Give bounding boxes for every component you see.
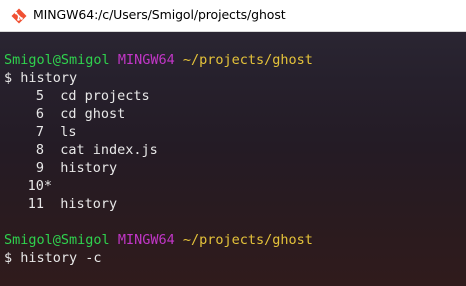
history-command: ls (60, 124, 77, 140)
history-command: cd ghost (60, 106, 126, 122)
history-command: history (60, 160, 118, 176)
prompt-path: ~/projects/ghost (182, 232, 313, 248)
prompt-user-host: Smigol@Smigol (4, 232, 110, 248)
history-entry: 6 cd ghost (4, 105, 125, 123)
history-number: 5 (35, 88, 44, 104)
history-number: 9 (35, 160, 44, 176)
history-entry: 9 history (4, 159, 117, 177)
history-command: cd projects (60, 88, 150, 104)
history-number: 8 (35, 142, 44, 158)
prompt-line: Smigol@Smigol MINGW64 ~/projects/ghost (4, 51, 313, 69)
prompt-path: ~/projects/ghost (182, 52, 313, 68)
prompt-user-host: Smigol@Smigol (4, 52, 110, 68)
terminal-output[interactable]: Smigol@Smigol MINGW64 ~/projects/ghost $… (0, 32, 466, 286)
history-entry: 8 cat index.js (4, 141, 158, 159)
history-number: 7 (35, 124, 44, 140)
history-command: history (60, 196, 118, 212)
history-entry: 10* (4, 177, 52, 195)
title-bar[interactable]: MINGW64:/c/Users/Smigol/projects/ghost (0, 0, 466, 32)
history-number: 6 (35, 106, 44, 122)
terminal-window: MINGW64:/c/Users/Smigol/projects/ghost S… (0, 0, 466, 286)
command-line: $ history (4, 70, 78, 86)
history-entry: 5 cd projects (4, 87, 150, 105)
command-line: $ history -c (4, 250, 102, 266)
history-command: cat index.js (60, 142, 158, 158)
git-bash-icon (11, 8, 27, 24)
history-entry: 11 history (4, 195, 117, 213)
prompt-system: MINGW64 (117, 232, 175, 248)
history-number: 11 (27, 196, 44, 212)
history-number: 10* (27, 178, 52, 194)
prompt-line: Smigol@Smigol MINGW64 ~/projects/ghost (4, 231, 313, 249)
history-entry: 7 ls (4, 123, 77, 141)
window-title: MINGW64:/c/Users/Smigol/projects/ghost (33, 7, 286, 22)
prompt-system: MINGW64 (117, 52, 175, 68)
